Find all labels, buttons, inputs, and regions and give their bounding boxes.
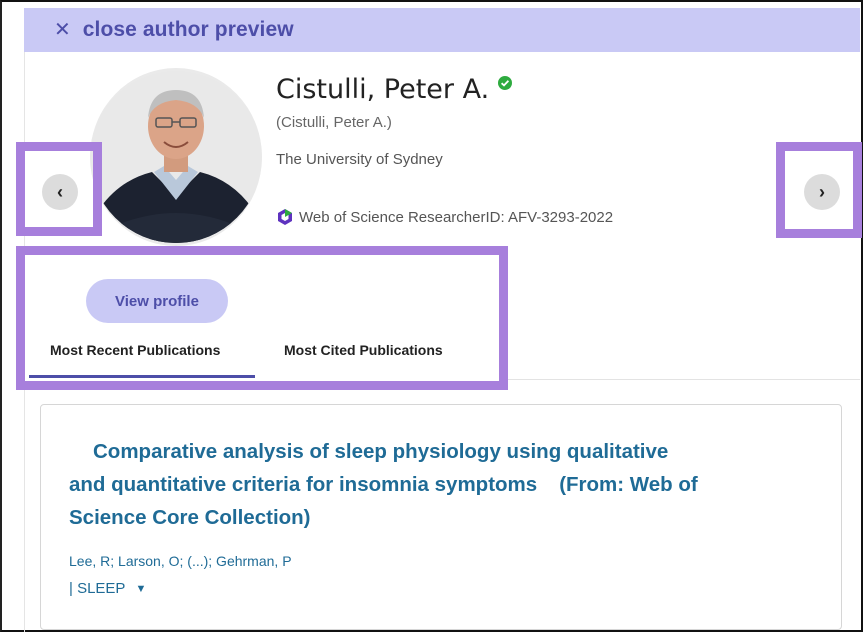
researcher-id: Web of Science ResearcherID: AFV-3293-20… xyxy=(276,208,613,226)
author-avatar xyxy=(90,68,262,246)
highlight-next-button xyxy=(776,142,862,238)
check-circle-icon xyxy=(498,75,513,90)
researcher-id-text: Web of Science ResearcherID: AFV-3293-20… xyxy=(299,208,614,226)
publication-card: Comparative analysis of sleep physiology… xyxy=(40,404,842,630)
publication-authors[interactable]: Lee, R; Larson, O; (...); Gehrman, P xyxy=(69,553,292,569)
author-alternate-name: (Cistulli, Peter A.) xyxy=(276,114,392,131)
web-of-science-logo-icon xyxy=(278,209,292,225)
publication-journal-name[interactable]: | SLEEP xyxy=(69,580,125,597)
author-affiliation: The University of Sydney xyxy=(276,151,443,168)
author-name: Cistulli, Peter A. xyxy=(276,74,513,105)
author-preview-panel: ✕ close author preview Cistulli, Peter A… xyxy=(0,0,863,632)
highlight-profile-tabs xyxy=(16,246,508,390)
publication-title-link[interactable]: Comparative analysis of sleep physiology… xyxy=(69,435,709,534)
close-author-preview-bar[interactable]: ✕ close author preview xyxy=(24,8,860,52)
close-author-preview-label[interactable]: close author preview xyxy=(83,18,294,42)
close-icon[interactable]: ✕ xyxy=(54,20,71,40)
caret-down-icon[interactable]: ▼ xyxy=(135,583,146,595)
publication-journal[interactable]: | SLEEP ▼ xyxy=(69,580,146,597)
tabs-divider xyxy=(508,379,860,380)
author-name-text: Cistulli, Peter A. xyxy=(276,74,490,105)
highlight-previous-button xyxy=(16,142,102,236)
